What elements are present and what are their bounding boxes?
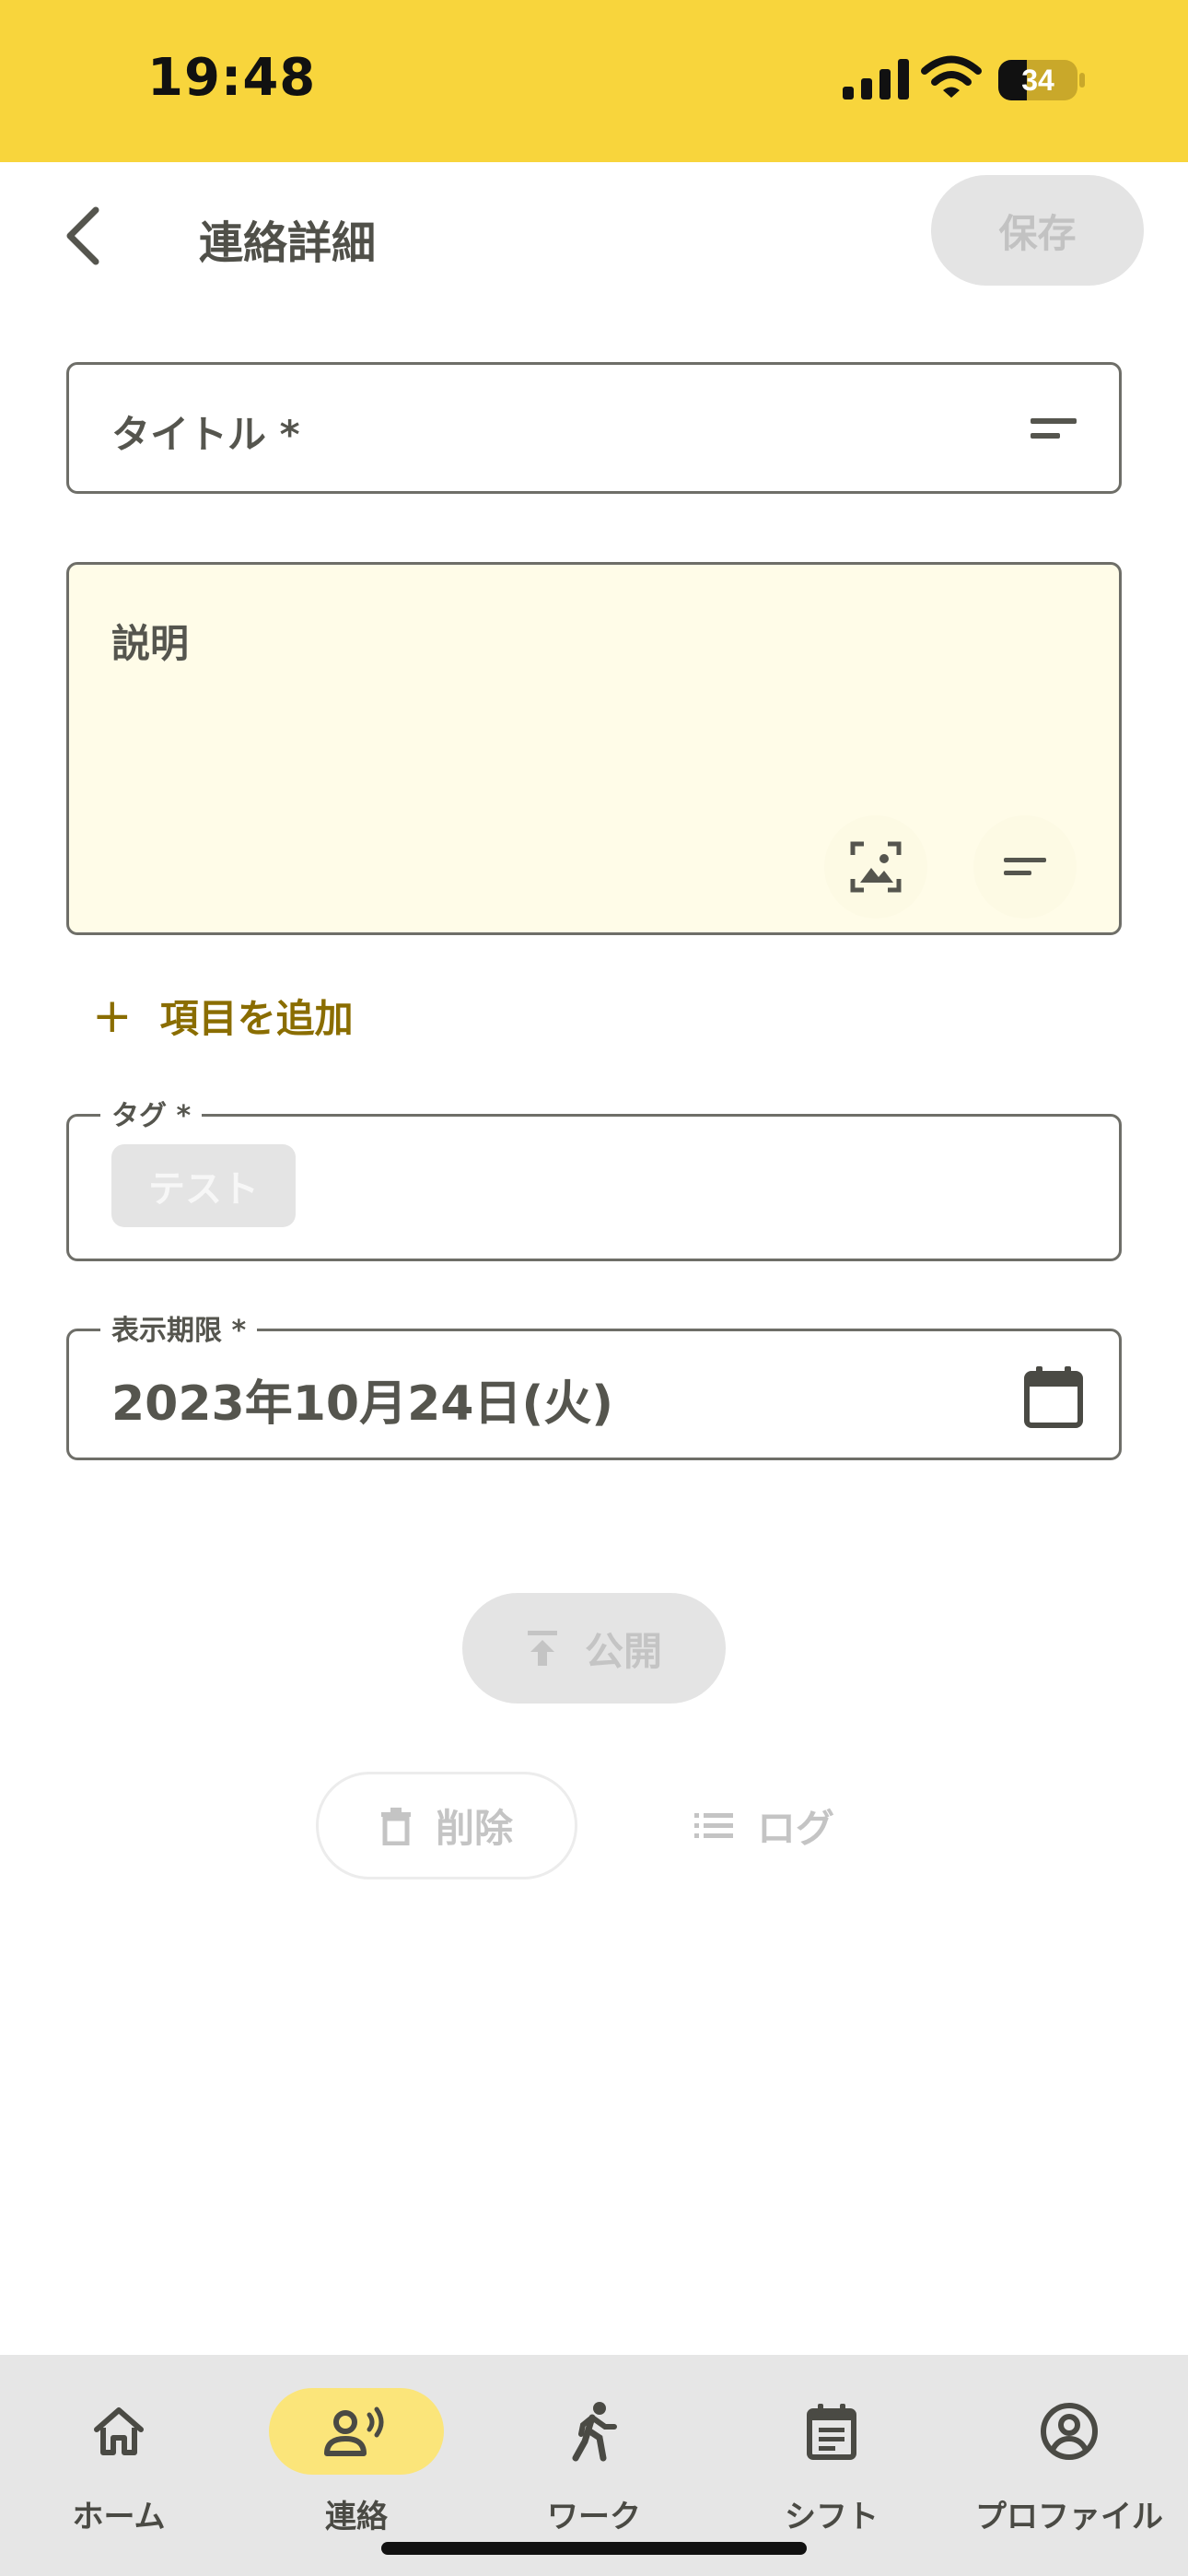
title-field[interactable]: タイトル *	[66, 362, 1122, 494]
tag-chip[interactable]: テスト	[111, 1144, 296, 1227]
title-label: タイトル *	[111, 412, 300, 457]
description-field[interactable]: 説明	[66, 562, 1122, 935]
signal-icon	[843, 59, 909, 100]
publish-button[interactable]: 公開	[462, 1593, 726, 1704]
expiry-date-value: 2023年10月24日(火)	[111, 1376, 613, 1432]
expiry-label: 表示期限 *	[100, 1307, 258, 1348]
nav-label-contact: 連絡	[325, 2499, 388, 2535]
publish-icon	[527, 1631, 557, 1666]
nav-item-profile[interactable]: プロファイル	[950, 2355, 1188, 2576]
home-icon	[94, 2407, 144, 2455]
nav-label-home: ホーム	[72, 2499, 166, 2535]
back-icon[interactable]	[55, 199, 120, 273]
calendar-icon	[807, 2404, 856, 2460]
log-label: ログ	[756, 1806, 834, 1851]
notes-icon	[1004, 858, 1046, 875]
image-icon	[850, 841, 902, 893]
add-item-button[interactable]: + 項目を追加	[92, 988, 354, 1044]
trash-icon	[380, 1807, 411, 1845]
walk-icon	[572, 2402, 617, 2462]
calendar-icon[interactable]	[1023, 1364, 1084, 1429]
battery-icon: 34	[998, 60, 1085, 100]
delete-button[interactable]: 削除	[316, 1772, 577, 1879]
log-button[interactable]: ログ	[672, 1772, 856, 1879]
contact-icon	[324, 2406, 384, 2456]
description-label: 説明	[111, 621, 190, 666]
battery-level: 34	[1021, 64, 1054, 97]
profile-icon	[1041, 2403, 1098, 2460]
nav-label-profile: プロファイル	[975, 2499, 1163, 2535]
expiry-date-field[interactable]: 表示期限 * 2023年10月24日(火)	[66, 1307, 1122, 1460]
add-image-button[interactable]	[824, 815, 927, 919]
home-indicator	[381, 2542, 807, 2555]
format-button[interactable]	[973, 815, 1077, 919]
page-title: 連絡詳細	[199, 217, 377, 269]
status-time: 19:48	[147, 48, 317, 108]
nav-label-shift: シフト	[785, 2499, 879, 2535]
tag-field[interactable]: タグ * テスト	[66, 1093, 1122, 1261]
save-button[interactable]: 保存	[931, 175, 1144, 286]
delete-label: 削除	[435, 1806, 513, 1851]
nav-item-home[interactable]: ホーム	[0, 2355, 238, 2576]
list-icon	[693, 1812, 733, 1838]
plus-icon: +	[92, 988, 133, 1044]
status-bar: 19:48 34	[0, 0, 1188, 162]
publish-label: 公開	[584, 1628, 662, 1674]
notes-icon	[1031, 418, 1077, 439]
tag-label: タグ *	[100, 1093, 203, 1133]
add-item-label: 項目を追加	[159, 996, 354, 1041]
nav-label-work: ワーク	[547, 2499, 641, 2535]
wifi-icon	[921, 55, 982, 98]
app-header: 連絡詳細 保存	[0, 162, 1188, 300]
